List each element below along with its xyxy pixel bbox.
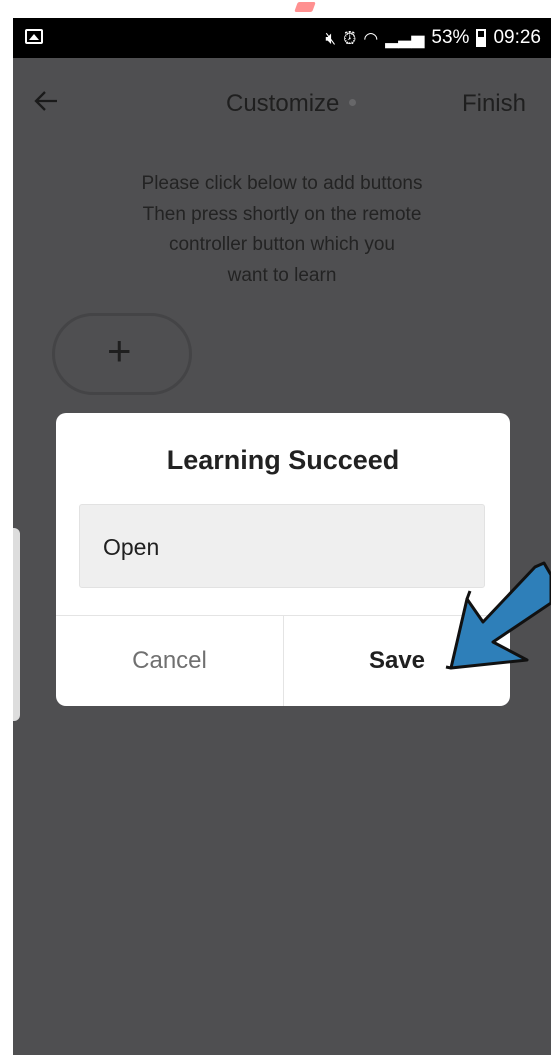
pointer-arrow-icon xyxy=(440,555,551,685)
instruction-line: controller button which you xyxy=(168,234,395,255)
mute-icon: 🔇︎ xyxy=(325,28,337,48)
edge-panel-handle[interactable] xyxy=(13,528,20,721)
plus-icon: + xyxy=(107,327,132,374)
finish-button[interactable]: Finish xyxy=(462,90,526,118)
instruction-line: Then press shortly on the remote xyxy=(142,203,422,225)
status-bar: 🔇︎ ⏰︎ ◠ ▂▃▅ 53% 09:26 xyxy=(13,18,551,58)
button-name-input[interactable]: Open xyxy=(79,504,485,588)
instructions-text: Please click below to add buttons Then p… xyxy=(13,169,551,291)
arrow-left-icon[interactable] xyxy=(33,88,59,114)
status-time: 09:26 xyxy=(493,27,541,48)
red-mark xyxy=(294,2,316,12)
title-status-dot xyxy=(349,99,356,106)
gallery-notification-icon xyxy=(25,29,43,44)
page-title: Customize xyxy=(226,90,340,117)
battery-percent: 53% xyxy=(431,27,470,48)
top-edge xyxy=(0,0,551,18)
signal-icon: ▂▃▅ xyxy=(385,28,425,48)
wifi-icon: ◠ xyxy=(363,28,379,48)
instruction-line: Please click below to add buttons xyxy=(141,173,423,194)
add-button[interactable]: + xyxy=(52,313,192,395)
alarm-icon: ⏰︎ xyxy=(343,28,357,48)
instruction-line: want to learn xyxy=(227,264,337,286)
app-header: Customize Finish xyxy=(13,58,551,150)
battery-icon xyxy=(476,29,487,47)
status-icons: 🔇︎ ⏰︎ ◠ ▂▃▅ 53% 09:26 xyxy=(325,26,541,50)
dialog-title: Learning Succeed xyxy=(166,445,400,475)
cancel-button[interactable]: Cancel xyxy=(56,616,283,706)
